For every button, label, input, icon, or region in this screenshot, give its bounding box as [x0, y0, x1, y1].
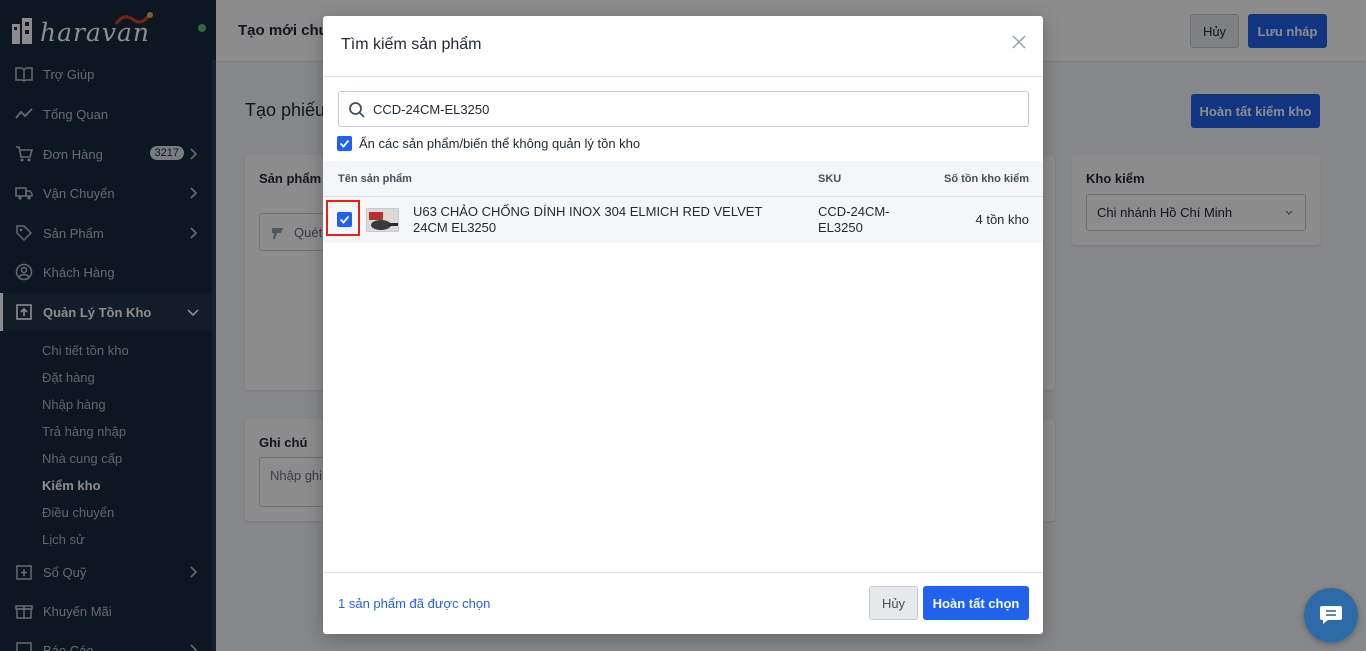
product-sku: CCD-24CM-EL3250 [818, 204, 890, 235]
modal-header-divider [323, 76, 1043, 77]
modal-cancel-button[interactable]: Hủy [869, 586, 918, 620]
results-table-header: Tên sản phẩm SKU Số tồn kho kiểm [323, 161, 1043, 197]
close-icon[interactable] [1011, 34, 1027, 50]
modal-footer-divider [323, 572, 1043, 573]
column-header-name: Tên sản phẩm [338, 173, 412, 185]
column-header-stock: Số tồn kho kiểm [944, 173, 1029, 185]
product-thumbnail [366, 208, 399, 232]
search-icon [349, 102, 365, 118]
finish-selection-button[interactable]: Hoàn tất chọn [923, 586, 1029, 620]
product-name: U63 CHẢO CHỐNG DÍNH INOX 304 ELMICH RED … [413, 204, 763, 235]
product-stock: 4 tồn kho [975, 212, 1030, 227]
hide-untracked-label: Ẩn các sản phẩm/biến thể không quản lý t… [359, 136, 641, 151]
product-search-input[interactable] [373, 98, 1013, 120]
row-select-checkbox[interactable] [337, 212, 352, 227]
checkmark-icon [339, 139, 350, 148]
product-search-box[interactable] [338, 91, 1029, 127]
product-search-modal: Tìm kiếm sản phẩm Ẩn các sản phẩm/biến t… [323, 16, 1043, 634]
modal-title: Tìm kiếm sản phẩm [341, 36, 482, 53]
hide-untracked-toggle[interactable]: Ẩn các sản phẩm/biến thể không quản lý t… [337, 136, 640, 151]
chat-widget-button[interactable] [1304, 588, 1358, 642]
table-row[interactable]: U63 CHẢO CHỐNG DÍNH INOX 304 ELMICH RED … [323, 197, 1043, 243]
checkmark-icon [339, 215, 350, 224]
column-header-sku: SKU [818, 173, 842, 185]
chat-bubble-icon [1320, 606, 1342, 624]
selected-count-link[interactable]: 1 sản phẩm đã được chọn [338, 596, 490, 611]
frying-pan-image [367, 209, 398, 231]
hide-untracked-checkbox[interactable] [337, 136, 352, 151]
